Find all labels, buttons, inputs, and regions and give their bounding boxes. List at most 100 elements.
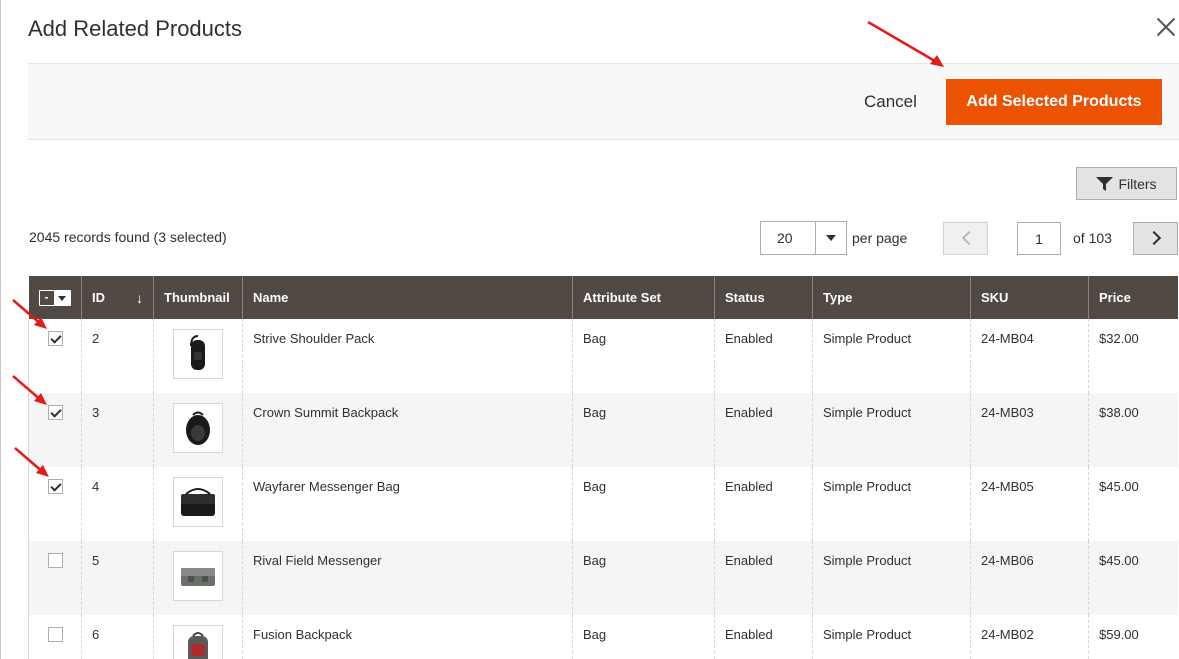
id-cell: 4 (81, 467, 154, 541)
sku-cell: 24-MB03 (970, 393, 1089, 467)
name-cell: Strive Shoulder Pack (242, 319, 573, 393)
thumbnail-cell (153, 319, 243, 393)
status-cell: Enabled (714, 541, 813, 615)
field-messenger-image (181, 568, 215, 586)
grid-header-row: - ID ↓ Thumbnail Name Attribute Set Statu… (28, 276, 1178, 319)
row-checkbox[interactable] (48, 405, 63, 420)
records-count: 2045 records found (3 selected) (29, 229, 227, 245)
backdrop-edge (0, 0, 1, 659)
column-header-price[interactable]: Price (1088, 276, 1178, 319)
close-icon[interactable] (1153, 14, 1179, 40)
table-row[interactable]: 5 Rival Field Messenger Bag Enabled Simp… (28, 541, 1178, 615)
column-label-id: ID (92, 289, 105, 305)
product-thumbnail[interactable] (173, 625, 223, 659)
thumbnail-cell (153, 393, 243, 467)
status-cell: Enabled (714, 467, 813, 541)
sort-arrow-icon: ↓ (136, 289, 143, 306)
mass-select-header[interactable]: - (28, 276, 82, 319)
table-row[interactable]: 6 Fusion Backpack Bag Enabled Simple Pro… (28, 615, 1178, 659)
filters-button[interactable]: Filters (1076, 167, 1177, 200)
price-cell: $38.00 (1088, 393, 1178, 467)
next-page-button[interactable] (1133, 222, 1178, 255)
name-cell: Crown Summit Backpack (242, 393, 573, 467)
product-thumbnail[interactable] (173, 329, 223, 379)
modal-title: Add Related Products (28, 16, 243, 41)
price-cell: $59.00 (1088, 615, 1178, 659)
column-header-status[interactable]: Status (714, 276, 813, 319)
filters-label: Filters (1118, 175, 1157, 192)
type-cell: Simple Product (812, 467, 971, 541)
attribute-set-cell: Bag (572, 541, 715, 615)
column-header-id[interactable]: ID ↓ (81, 276, 154, 319)
per-page-select[interactable]: 20 (760, 221, 847, 255)
row-checkbox[interactable] (48, 627, 63, 642)
thumbnail-cell (153, 467, 243, 541)
row-checkbox[interactable] (48, 479, 63, 494)
column-header-type[interactable]: Type (812, 276, 971, 319)
column-header-name[interactable]: Name (242, 276, 573, 319)
select-cell[interactable] (28, 467, 82, 541)
type-cell: Simple Product (812, 615, 971, 659)
column-header-thumbnail: Thumbnail (153, 276, 243, 319)
name-cell: Rival Field Messenger (242, 541, 573, 615)
thumbnail-cell (153, 615, 243, 659)
chevron-right-icon (1146, 230, 1162, 246)
funnel-icon (1096, 176, 1114, 191)
modal: Add Related Products Cancel Add Selected… (0, 0, 1179, 659)
per-page-value: 20 (777, 230, 793, 246)
sku-cell: 24-MB04 (970, 319, 1089, 393)
previous-page-button[interactable] (943, 222, 988, 255)
status-cell: Enabled (714, 319, 813, 393)
select-cell[interactable] (28, 393, 82, 467)
backpack-image (186, 411, 210, 445)
id-cell: 3 (81, 393, 154, 467)
chevron-down-icon[interactable] (815, 222, 846, 254)
id-cell: 2 (81, 319, 154, 393)
modal-toolbar: Cancel Add Selected Products (28, 63, 1179, 140)
type-cell: Simple Product (812, 393, 971, 467)
select-cell[interactable] (28, 615, 82, 659)
product-thumbnail[interactable] (173, 477, 223, 527)
chevron-down-icon (57, 295, 66, 301)
table-row[interactable]: 3 Crown Summit Backpack Bag Enabled Simp… (28, 393, 1178, 467)
attribute-set-cell: Bag (572, 467, 715, 541)
type-cell: Simple Product (812, 319, 971, 393)
id-cell: 6 (81, 615, 154, 659)
attribute-set-cell: Bag (572, 615, 715, 659)
status-cell: Enabled (714, 393, 813, 467)
sku-cell: 24-MB02 (970, 615, 1089, 659)
products-grid: - ID ↓ Thumbnail Name Attribute Set Statu… (28, 276, 1178, 659)
attribute-set-cell: Bag (572, 393, 715, 467)
total-pages: of 103 (1073, 230, 1112, 246)
chevron-left-icon (961, 230, 977, 246)
fusion-backpack-image (188, 632, 208, 659)
minus-icon: - (39, 291, 54, 305)
table-row[interactable]: 2 Strive Shoulder Pack Bag Enabled Simpl… (28, 319, 1178, 393)
add-selected-products-button[interactable]: Add Selected Products (946, 79, 1162, 125)
type-cell: Simple Product (812, 541, 971, 615)
attribute-set-cell: Bag (572, 319, 715, 393)
select-cell[interactable] (28, 319, 82, 393)
select-cell[interactable] (28, 541, 82, 615)
name-cell: Fusion Backpack (242, 615, 573, 659)
shoulder-pack-image (190, 335, 205, 370)
page-number-input[interactable] (1017, 222, 1061, 255)
product-thumbnail[interactable] (173, 403, 223, 453)
row-checkbox[interactable] (48, 331, 63, 346)
price-cell: $32.00 (1088, 319, 1178, 393)
cancel-button[interactable]: Cancel (864, 92, 917, 112)
per-page-label: per page (852, 230, 908, 246)
row-checkbox[interactable] (48, 553, 63, 568)
product-thumbnail[interactable] (173, 551, 223, 601)
column-header-attribute-set[interactable]: Attribute Set (572, 276, 715, 319)
price-cell: $45.00 (1088, 541, 1178, 615)
sku-cell: 24-MB05 (970, 467, 1089, 541)
sku-cell: 24-MB06 (970, 541, 1089, 615)
thumbnail-cell (153, 541, 243, 615)
table-row[interactable]: 4 Wayfarer Messenger Bag Bag Enabled Sim… (28, 467, 1178, 541)
column-header-sku[interactable]: SKU (970, 276, 1089, 319)
mass-select-dropdown[interactable]: - (38, 290, 71, 306)
status-cell: Enabled (714, 615, 813, 659)
price-cell: $45.00 (1088, 467, 1178, 541)
id-cell: 5 (81, 541, 154, 615)
